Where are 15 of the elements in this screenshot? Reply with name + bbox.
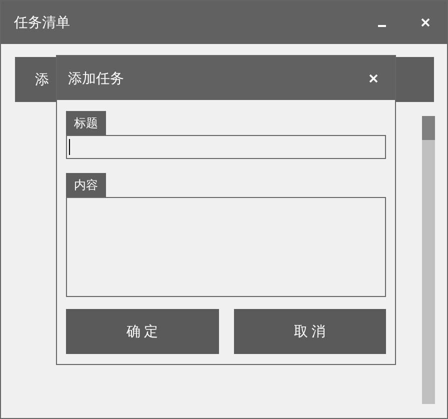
- add-task-label: 添: [35, 70, 49, 89]
- field-label: 标题: [66, 111, 106, 135]
- content-field[interactable]: [66, 197, 386, 297]
- cancel-button[interactable]: 取 消: [234, 309, 386, 354]
- scrollbar-thumb[interactable]: [422, 116, 435, 140]
- window-title: 任务清单: [14, 13, 70, 32]
- title-field[interactable]: [66, 135, 386, 159]
- minimize-icon[interactable]: [378, 24, 386, 26]
- text-caret: [69, 139, 70, 155]
- dialog-title: 添加任务: [68, 68, 124, 88]
- scrollbar-track[interactable]: [422, 116, 435, 404]
- field-label: 内容: [66, 173, 106, 197]
- close-icon[interactable]: [421, 18, 430, 27]
- close-icon[interactable]: [369, 74, 378, 82]
- confirm-button[interactable]: 确 定: [66, 309, 218, 354]
